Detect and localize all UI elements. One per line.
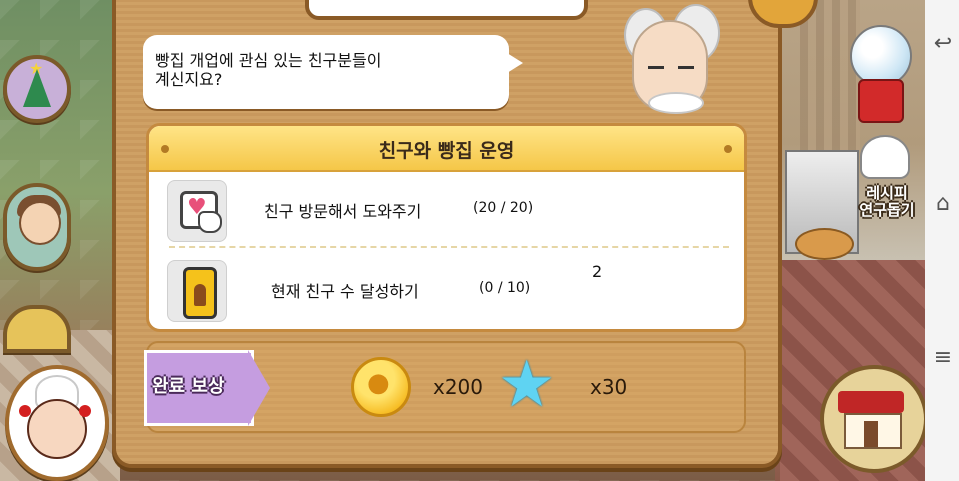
shop-button[interactable] [820,365,928,473]
coin-amount: x200 [433,375,484,399]
system-nav-bar: ↩ ⌂ ≡ [925,0,959,481]
player-character-button[interactable] [5,365,109,481]
quest-header: 친구와 빵집 운영 [149,126,744,172]
quest-card: 친구와 빵집 운영 ♥ 친구 방문해서 도와주기 (20 / 20) 현재 친구… [146,123,747,332]
phone-person-icon [167,260,227,322]
heart-hand-icon: ♥ [167,180,227,242]
task-progress: (20 / 20) [473,200,534,216]
back-icon[interactable]: ↩ [931,32,955,56]
shop-roof-icon [838,391,904,413]
chef-hat-icon [860,135,910,179]
gumball-globe-icon [850,25,912,87]
tree-icon [23,69,51,107]
gumball-machine-button[interactable] [850,25,912,123]
menu-button[interactable] [3,305,71,353]
menu-icon[interactable]: ≡ [931,346,955,370]
task-row: ♥ 친구 방문해서 도와주기 (20 / 20) [149,172,744,247]
gold-coin-icon: ● [351,357,411,417]
task-row: 현재 친구 수 달성하기 (0 / 10) [149,252,744,327]
task-label: 현재 친구 수 달성하기 [271,282,419,301]
bread-tray [795,228,854,260]
avatar [19,201,61,245]
friend-avatar-button[interactable] [3,183,71,271]
quest-title: 친구와 빵집 운영 [378,140,515,162]
divider [169,246,729,248]
blue-star-icon: ★ [498,348,556,422]
gumball-base [858,79,904,123]
home-icon[interactable]: ⌂ [931,192,955,216]
grandpa-npc [620,0,720,120]
christmas-tree-button[interactable]: ★ [3,55,71,123]
reward-label: 완료 보상 [152,376,225,397]
task-progress: (0 / 10) [479,280,531,296]
speech-line-1: 빵집 개업에 관심 있는 친구분들이 [155,51,382,70]
speech-bubble: 빵집 개업에 관심 있는 친구분들이 계신지요? [143,35,523,109]
recipe-research-label: 레시피 연구돕기 [859,184,915,219]
reward-ribbon: 완료 보상 [144,350,270,426]
dialog-top-tab [305,0,588,20]
stray-number: 2 [592,262,603,281]
star-amount: x30 [590,375,628,399]
speech-line-2: 계신지요? [155,70,223,89]
recipe-research-button[interactable]: 레시피 연구돕기 [850,135,920,230]
task-label: 친구 방문해서 도와주기 [264,202,422,221]
